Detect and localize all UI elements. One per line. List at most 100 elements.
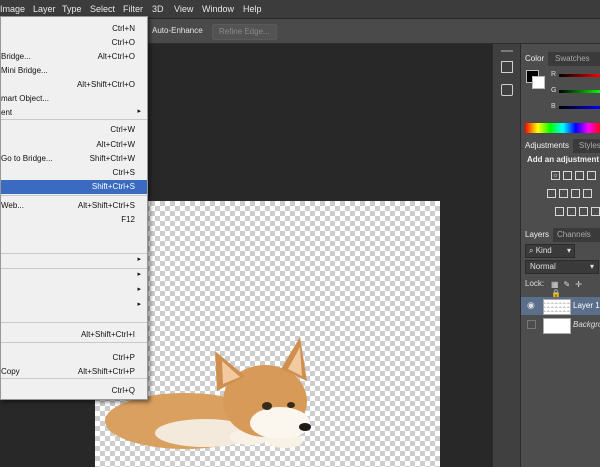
file-menu-item[interactable]: Copy Alt+Shift+Ctrl+P (1, 365, 147, 379)
vibrance-icon[interactable] (547, 189, 556, 198)
menu-separator (1, 119, 147, 120)
menu-item-shortcut: Ctrl+S (112, 168, 135, 177)
file-menu-item[interactable]: Shift+Ctrl+S (1, 180, 147, 194)
menu-item-label: Copy (1, 367, 20, 376)
file-menu-item[interactable]: Ctrl+S (1, 166, 147, 180)
gradient-map-icon[interactable] (591, 207, 600, 216)
file-menu-item[interactable]: Ctrl+O (1, 36, 147, 50)
tab-swatches[interactable]: Swatches (551, 52, 594, 66)
file-menu-item[interactable]: Ctrl+W (1, 123, 147, 137)
history-panel-icon[interactable] (501, 61, 513, 73)
layer-thumbnail (543, 299, 571, 315)
menu-item-label: ent (1, 108, 13, 117)
lock-icons[interactable]: ▦✎✛🔒 (551, 280, 600, 298)
menu-image[interactable]: Image (0, 4, 25, 14)
levels-icon[interactable] (563, 171, 572, 180)
file-menu-item[interactable]: Ctrl+P (1, 351, 147, 365)
background-color-swatch[interactable] (532, 76, 545, 89)
file-menu-item[interactable]: Ctrl+Q (1, 384, 147, 398)
file-menu-item[interactable]: ent ▸ (1, 106, 147, 120)
posterize-icon[interactable] (567, 207, 576, 216)
color-balance-icon[interactable] (559, 189, 568, 198)
menu-item-label: Mini Bridge... (1, 66, 48, 75)
photo-filter-icon[interactable] (583, 189, 592, 198)
menu-filter[interactable]: Filter (123, 4, 143, 14)
color-panel-tabs: Color Swatches (521, 52, 600, 66)
menu-window[interactable]: Window (202, 4, 234, 14)
menu-help[interactable]: Help (243, 4, 262, 14)
file-menu-item[interactable]: Go to Bridge... Shift+Ctrl+W (1, 152, 147, 166)
file-menu-item[interactable]: F12 (1, 213, 147, 227)
color-spectrum-bar[interactable] (525, 123, 600, 133)
adjustments-title: Add an adjustment (527, 155, 600, 164)
menu-select[interactable]: Select (90, 4, 115, 14)
submenu-arrow-icon: ▸ (137, 286, 141, 293)
channel-r-slider[interactable] (559, 74, 600, 77)
tab-color[interactable]: Color (521, 52, 549, 66)
file-menu-item[interactable]: Web... Alt+Shift+Ctrl+S (1, 199, 147, 213)
menu-item-shortcut: Ctrl+O (111, 38, 135, 47)
file-menu-item[interactable]: Ctrl+N (1, 22, 147, 36)
tab-layers[interactable]: Layers (521, 228, 554, 242)
panel-area: Color Swatches R G B Adjustments Styles … (520, 44, 600, 467)
file-menu-item[interactable]: Alt+Shift+Ctrl+O (1, 78, 147, 92)
layer-row-layer1[interactable]: ◉ Layer 1 (521, 297, 600, 315)
file-menu-item[interactable]: ▸ (1, 254, 147, 268)
file-menu-item[interactable]: mart Object... (1, 92, 147, 106)
refine-edge-button[interactable]: Refine Edge... (212, 24, 277, 40)
file-menu-item[interactable]: Mini Bridge... (1, 64, 147, 78)
channel-g-slider[interactable] (559, 90, 600, 93)
menu-item-shortcut: Alt+Shift+Ctrl+P (77, 367, 135, 376)
curves-icon[interactable] (575, 171, 584, 180)
menu-separator (1, 342, 147, 343)
blend-mode-select[interactable]: Normal ▾ (525, 260, 599, 274)
file-menu-item[interactable]: ▸ (1, 269, 147, 283)
channel-r-label: R (551, 71, 557, 78)
menu-separator (1, 195, 147, 196)
collapsed-panel-dock (492, 44, 521, 467)
submenu-arrow-icon: ▸ (137, 301, 141, 308)
layer-row-background[interactable]: Backgro (521, 316, 600, 334)
tab-channels[interactable]: Channels (553, 228, 595, 242)
menu-item-label: Web... (1, 201, 24, 210)
properties-panel-icon[interactable] (501, 84, 513, 96)
layer-filter-value: Kind (535, 246, 552, 255)
dock-grip[interactable] (501, 50, 513, 52)
channel-b-label: B (551, 103, 556, 110)
submenu-arrow-icon: ▸ (137, 271, 141, 278)
adjustments-panel-tabs: Adjustments Styles (521, 139, 600, 153)
file-menu-item[interactable]: Bridge... Alt+Ctrl+O (1, 50, 147, 64)
menu-item-label: mart Object... (1, 94, 50, 103)
eye-icon[interactable]: ◉ (527, 300, 535, 311)
tab-styles[interactable]: Styles (575, 139, 600, 153)
invert-icon[interactable] (555, 207, 564, 216)
layer-filter-select[interactable]: ⌕ Kind ▾ (525, 244, 575, 258)
lock-label: Lock: (525, 279, 545, 288)
chevron-down-icon: ▾ (589, 262, 594, 271)
blend-mode-value: Normal (530, 262, 556, 271)
file-menu-item[interactable]: ▸ (1, 284, 147, 298)
tab-adjustments[interactable]: Adjustments (521, 139, 574, 153)
menu-3d[interactable]: 3D (152, 4, 164, 14)
file-menu-item[interactable]: Alt+Ctrl+W (1, 138, 147, 152)
menu-separator (1, 268, 147, 269)
file-menu-item[interactable]: ▸ (1, 299, 147, 313)
exposure-icon[interactable] (587, 171, 596, 180)
menu-view[interactable]: View (174, 4, 193, 14)
visibility-toggle-off[interactable] (527, 320, 536, 329)
black-white-icon[interactable] (571, 189, 580, 198)
menu-item-shortcut: Ctrl+W (110, 125, 135, 134)
search-icon: ⌕ (529, 246, 534, 255)
auto-enhance-checkbox[interactable]: Auto-Enhance (146, 24, 209, 38)
brightness-icon[interactable]: ☼ (551, 171, 560, 180)
menu-item-shortcut: Shift+Ctrl+S (91, 182, 135, 191)
menu-type[interactable]: Type (62, 4, 82, 14)
menu-layer[interactable]: Layer (33, 4, 56, 14)
threshold-icon[interactable] (579, 207, 588, 216)
channel-b-slider[interactable] (559, 106, 600, 109)
layer-name[interactable]: Backgro (573, 320, 600, 329)
menu-item-label: Bridge... (1, 52, 31, 61)
layer-name[interactable]: Layer 1 (573, 301, 600, 310)
file-menu-item[interactable]: Alt+Shift+Ctrl+I (1, 328, 147, 342)
menu-separator (1, 378, 147, 379)
